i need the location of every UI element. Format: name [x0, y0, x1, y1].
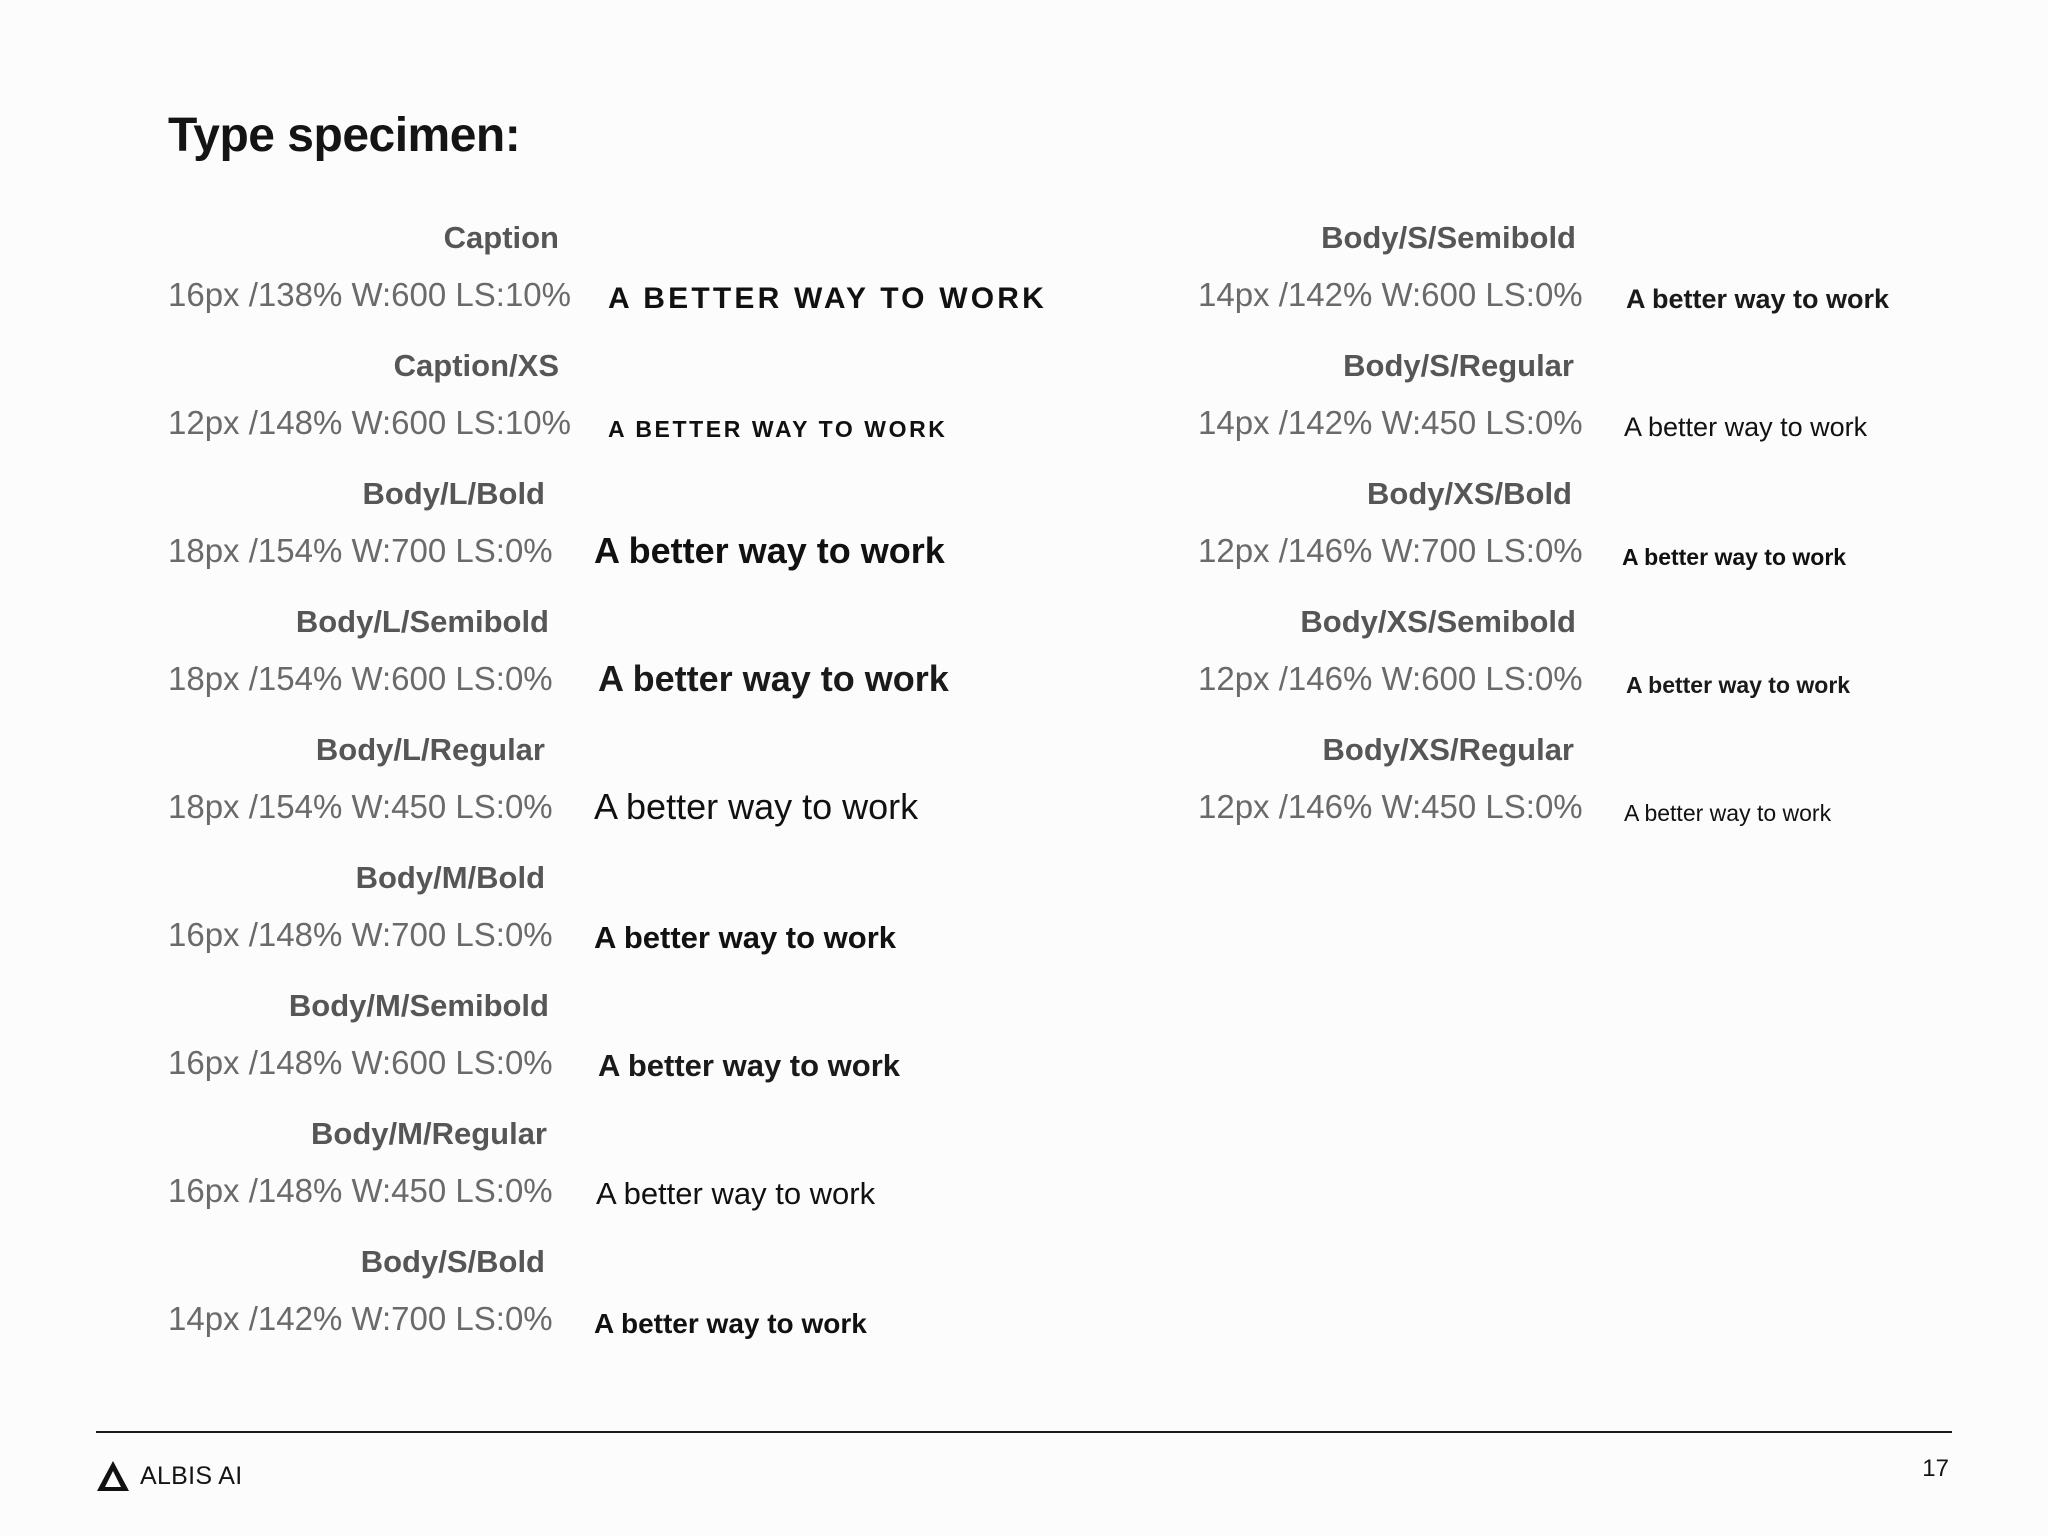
style-sample: A better way to work	[1626, 284, 1890, 314]
style-spec: 18px /154% W:600 LS:0%	[168, 660, 553, 697]
style-spec: 16px /148% W:450 LS:0%	[168, 1172, 553, 1209]
style-sample: A better way to work	[594, 530, 945, 571]
style-spec: 16px /138% W:600 LS:10%	[168, 276, 571, 313]
style-sample: A better way to work	[594, 786, 919, 827]
style-name: Body/L/Bold	[362, 476, 545, 511]
style-spec: 14px /142% W:700 LS:0%	[168, 1300, 553, 1337]
style-spec: 18px /154% W:450 LS:0%	[168, 788, 553, 825]
style-name: Body/M/Bold	[355, 860, 545, 895]
style-sample: A better way to work	[1624, 800, 1832, 826]
style-spec: 16px /148% W:700 LS:0%	[168, 916, 553, 953]
style-sample: A better way to work	[594, 1308, 867, 1339]
style-sample: A better way to work	[594, 920, 897, 955]
style-name: Body/XS/Regular	[1322, 732, 1575, 767]
style-name: Body/S/Bold	[360, 1244, 545, 1279]
style-name: Body/L/Regular	[315, 732, 545, 767]
style-sample: A better way to work	[1622, 544, 1847, 570]
style-name: Caption/XS	[393, 348, 559, 383]
style-spec: 12px /148% W:600 LS:10%	[168, 404, 571, 441]
style-name: Body/S/Regular	[1343, 348, 1574, 383]
style-sample: A better way to work	[598, 1048, 901, 1083]
page-number: 17	[1922, 1455, 1949, 1482]
footer-brand-name: ALBIS AI	[140, 1462, 243, 1490]
style-spec: 12px /146% W:450 LS:0%	[1198, 788, 1583, 825]
style-spec: 18px /154% W:700 LS:0%	[168, 532, 553, 569]
albis-delta-logo-icon	[97, 1461, 129, 1491]
style-spec: 12px /146% W:600 LS:0%	[1198, 660, 1583, 697]
style-sample: A better way to work	[1626, 672, 1851, 698]
style-name: Body/S/Semibold	[1321, 220, 1576, 255]
style-sample: A BETTER WAY TO WORK	[608, 416, 948, 442]
style-spec: 14px /142% W:450 LS:0%	[1198, 404, 1583, 441]
style-sample: A better way to work	[596, 1176, 876, 1211]
style-name: Body/L/Semibold	[295, 604, 549, 639]
footer-divider	[96, 1431, 1952, 1433]
style-name: Body/XS/Bold	[1367, 476, 1572, 511]
style-name: Caption	[443, 220, 559, 255]
style-name: Body/XS/Semibold	[1300, 604, 1576, 639]
page-title: Type specimen:	[168, 109, 521, 162]
style-sample: A better way to work	[598, 658, 949, 699]
style-sample: A better way to work	[1624, 412, 1868, 442]
style-name: Body/M/Regular	[311, 1116, 547, 1151]
style-spec: 12px /146% W:700 LS:0%	[1198, 532, 1583, 569]
style-sample: A BETTER WAY TO WORK	[608, 282, 1048, 315]
style-spec: 16px /148% W:600 LS:0%	[168, 1044, 553, 1081]
style-spec: 14px /142% W:600 LS:0%	[1198, 276, 1583, 313]
style-name: Body/M/Semibold	[288, 988, 549, 1023]
